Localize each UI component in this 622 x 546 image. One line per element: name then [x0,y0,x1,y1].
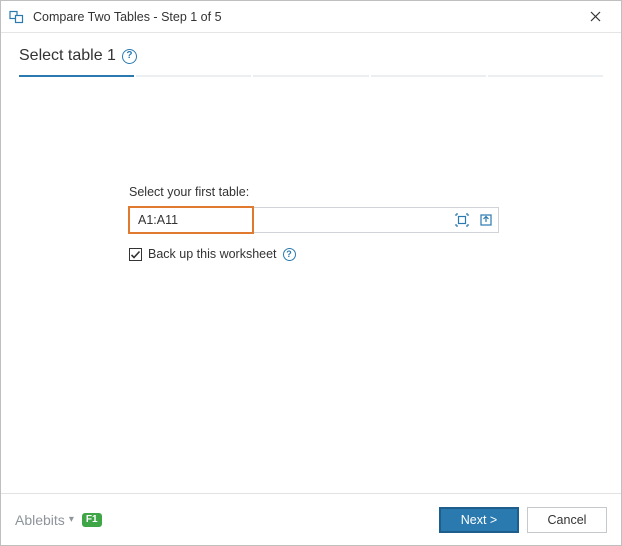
check-icon [130,249,141,260]
close-icon [590,11,601,22]
range-input-wrap [128,206,254,234]
wizard-header: Select table 1 ? [1,33,621,69]
collapse-dialog-icon [479,213,493,227]
range-selector [129,207,499,233]
brand-label: Ablebits [15,512,65,528]
range-spacer [252,208,450,232]
step-title: Select table 1 [19,47,116,65]
progress-bar [1,69,621,77]
collapse-dialog-button[interactable] [474,208,498,232]
title-bar: Compare Two Tables - Step 1 of 5 [1,1,621,33]
range-input[interactable] [136,212,246,228]
help-f1-button[interactable]: F1 [82,513,102,527]
window-title: Compare Two Tables - Step 1 of 5 [33,10,577,24]
backup-row: Back up this worksheet ? [129,247,499,261]
form-area: Select your first table: [129,185,499,261]
wizard-body: Select your first table: [1,77,621,493]
help-icon[interactable]: ? [122,49,137,64]
cancel-button[interactable]: Cancel [527,507,607,533]
expand-selection-button[interactable] [450,208,474,232]
select-table-label: Select your first table: [129,185,499,199]
next-button[interactable]: Next > [439,507,519,533]
wizard-footer: Ablebits ▾ F1 Next > Cancel [1,493,621,545]
app-icon [9,9,25,25]
step-title-row: Select table 1 ? [19,47,603,65]
backup-help-icon[interactable]: ? [283,248,296,261]
expand-selection-icon [455,213,469,227]
brand-menu[interactable]: Ablebits ▾ [15,512,74,528]
dialog-window: Compare Two Tables - Step 1 of 5 Select … [0,0,622,546]
backup-checkbox[interactable] [129,248,142,261]
chevron-down-icon: ▾ [69,514,74,525]
close-button[interactable] [577,3,613,31]
backup-label: Back up this worksheet [148,247,277,261]
